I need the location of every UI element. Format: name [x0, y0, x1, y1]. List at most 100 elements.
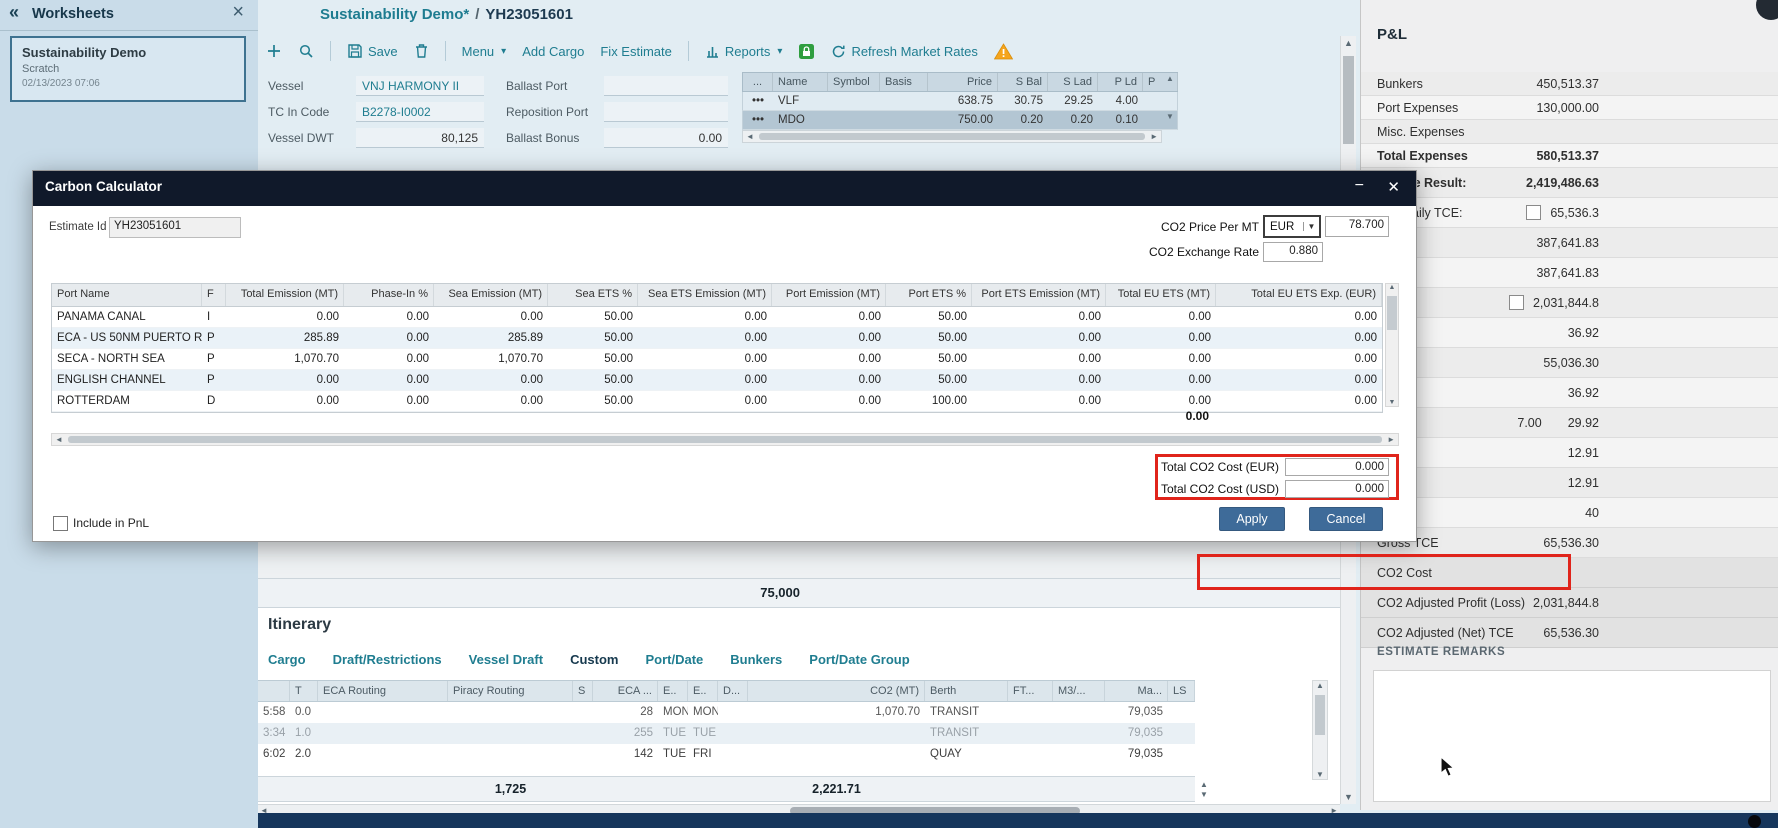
tab-bunkers[interactable]: Bunkers [730, 652, 782, 667]
close-icon[interactable]: ✕ [1387, 178, 1400, 196]
pnl-row-label: Port Expenses [1377, 101, 1458, 115]
column-header: F [202, 284, 226, 306]
collapse-panel-icon[interactable]: « [9, 2, 19, 23]
minimize-icon[interactable]: − [1355, 177, 1364, 195]
column-header: Total EU ETS (MT) [1106, 284, 1216, 306]
add-button[interactable] [266, 43, 282, 59]
scroll-down-icon[interactable]: ▼ [1341, 792, 1356, 802]
tab-cargo[interactable]: Cargo [268, 652, 306, 667]
itinerary-vertical-scrollbar[interactable]: ▲ ▼ [1312, 680, 1328, 780]
currency-select[interactable]: EUR ▼ [1263, 215, 1321, 238]
scroll-right-icon[interactable]: ► [1147, 132, 1161, 141]
cell: 0.00 [1106, 307, 1216, 327]
scroll-down-icon[interactable]: ▼ [1313, 770, 1327, 779]
save-label: Save [368, 44, 398, 59]
scrollbar-thumb[interactable] [759, 133, 1145, 140]
search-button[interactable] [298, 43, 314, 59]
refresh-market-rates-button[interactable]: Refresh Market Rates [831, 44, 977, 59]
pnl-checkbox[interactable] [1509, 295, 1524, 310]
scroll-left-icon[interactable]: ◄ [52, 435, 66, 444]
emission-row[interactable]: ECA - US 50NM PUERTO RICOP285.890.00285.… [52, 328, 1382, 349]
itinerary-row[interactable]: 3:341.0255TUETUETRANSIT79,035 [258, 723, 1195, 744]
market-horizontal-scrollbar[interactable]: ◄ ► [742, 130, 1162, 143]
table-horizontal-scrollbar[interactable]: ◄ ► [51, 433, 1399, 446]
menu-label: Menu [462, 44, 495, 59]
cell: 750.00 [928, 111, 998, 129]
chevron-down-icon: ▾ [777, 46, 782, 57]
vessel-dwt-field[interactable]: 80,125 [356, 128, 484, 148]
column-header: Piracy Routing [448, 681, 573, 701]
itinerary-row[interactable]: 5:580.028MONMON1,070.70TRANSIT79,035 [258, 702, 1195, 723]
scroll-down-icon[interactable]: ▼ [1166, 112, 1174, 121]
cell: 50.00 [886, 307, 972, 327]
pnl-row-label: Total Expenses [1377, 149, 1468, 163]
reports-button[interactable]: Reports ▾ [705, 44, 783, 59]
vessel-field[interactable]: VNJ HARMONY II [356, 76, 484, 96]
estimate-id-input[interactable]: YH23051601 [109, 217, 241, 238]
add-cargo-button[interactable]: Add Cargo [522, 44, 584, 59]
emission-row[interactable]: PANAMA CANALI0.000.000.0050.000.000.0050… [52, 307, 1382, 328]
pnl-checkbox[interactable] [1526, 205, 1541, 220]
cell: ROTTERDAM [52, 391, 202, 411]
cell: TRANSIT [925, 723, 1008, 744]
warning-icon [994, 43, 1013, 60]
tab-custom[interactable]: Custom [570, 652, 618, 667]
table-vertical-scrollbar[interactable]: ▲ ▼ [1385, 283, 1399, 407]
cell [748, 723, 925, 744]
currency-value: EUR [1265, 221, 1303, 233]
cell: 0.20 [1048, 111, 1098, 129]
spinner-down-icon[interactable]: ▼ [1200, 790, 1208, 799]
co2-price-input[interactable]: 78.700 [1325, 216, 1389, 237]
scrollbar-thumb[interactable] [68, 436, 1382, 443]
tab-port-date[interactable]: Port/Date [645, 652, 703, 667]
scroll-right-icon[interactable]: ► [1384, 435, 1398, 444]
dialog-titlebar[interactable]: Carbon Calculator − ✕ [33, 171, 1416, 206]
cell: PANAMA CANAL [52, 307, 202, 327]
itinerary-grid-body: 5:580.028MONMON1,070.70TRANSIT79,0353:34… [258, 702, 1195, 765]
taskbar-badge-icon[interactable] [1748, 815, 1761, 828]
tab-draft-restrictions[interactable]: Draft/Restrictions [333, 652, 442, 667]
delete-button[interactable] [414, 43, 429, 59]
scroll-up-icon[interactable]: ▲ [1166, 74, 1174, 83]
ballast-port-field[interactable] [604, 76, 728, 96]
scroll-up-icon[interactable]: ▲ [1313, 681, 1327, 690]
tab-vessel-draft[interactable]: Vessel Draft [469, 652, 543, 667]
cell: 0.00 [972, 328, 1106, 348]
include-in-pnl-checkbox[interactable] [53, 516, 68, 531]
market-row[interactable]: •••VLF638.7530.7529.254.00 [742, 92, 1178, 111]
fix-estimate-button[interactable]: Fix Estimate [600, 44, 672, 59]
apply-button[interactable]: Apply [1219, 507, 1285, 531]
tab-port-date-group[interactable]: Port/Date Group [809, 652, 909, 667]
estimate-remarks-input[interactable] [1373, 670, 1771, 802]
scrollbar-thumb[interactable] [1315, 695, 1325, 735]
save-button[interactable]: Save [347, 43, 398, 59]
estimate-number: YH23051601 [485, 6, 573, 23]
pnl-row: 387,641.83 [1361, 228, 1778, 258]
scrollbar-thumb[interactable] [1387, 296, 1397, 330]
cancel-button[interactable]: Cancel [1309, 507, 1383, 531]
cell: 5:58 [258, 702, 290, 723]
scroll-up-icon[interactable]: ▲ [1341, 38, 1356, 48]
spinner-up-icon[interactable]: ▲ [1200, 780, 1208, 789]
scroll-up-icon[interactable]: ▲ [1386, 284, 1398, 291]
market-row[interactable]: •••MDO750.000.200.200.10 [742, 111, 1178, 130]
lock-button[interactable] [798, 43, 815, 60]
scroll-down-icon[interactable]: ▼ [1386, 399, 1398, 406]
emission-row[interactable]: ENGLISH CHANNELP0.000.000.0050.000.000.0… [52, 370, 1382, 391]
worksheet-card[interactable]: Sustainability Demo Scratch 02/13/2023 0… [10, 36, 246, 102]
close-panel-icon[interactable]: × [232, 1, 244, 24]
reposition-port-field[interactable] [604, 102, 728, 122]
itinerary-row[interactable]: 6:022.0142TUEFRIQUAY79,035 [258, 744, 1195, 765]
warning-indicator[interactable] [994, 43, 1013, 60]
tc-in-code-field[interactable]: B2278-I0002 [356, 102, 484, 122]
ballast-bonus-field[interactable]: 0.00 [604, 128, 728, 148]
menu-button[interactable]: Menu ▾ [462, 44, 507, 59]
scroll-left-icon[interactable]: ◄ [743, 132, 757, 141]
cell: 285.89 [226, 328, 344, 348]
total-co2-cost-usd-input[interactable]: 0.000 [1285, 480, 1389, 498]
scrollbar-thumb[interactable] [1343, 56, 1354, 144]
exchange-rate-input[interactable]: 0.880 [1263, 242, 1323, 262]
total-co2-cost-eur-input[interactable]: 0.000 [1285, 458, 1389, 476]
emission-row[interactable]: SECA - NORTH SEAP1,070.700.001,070.7050.… [52, 349, 1382, 370]
cell: 79,035 [1105, 744, 1168, 765]
